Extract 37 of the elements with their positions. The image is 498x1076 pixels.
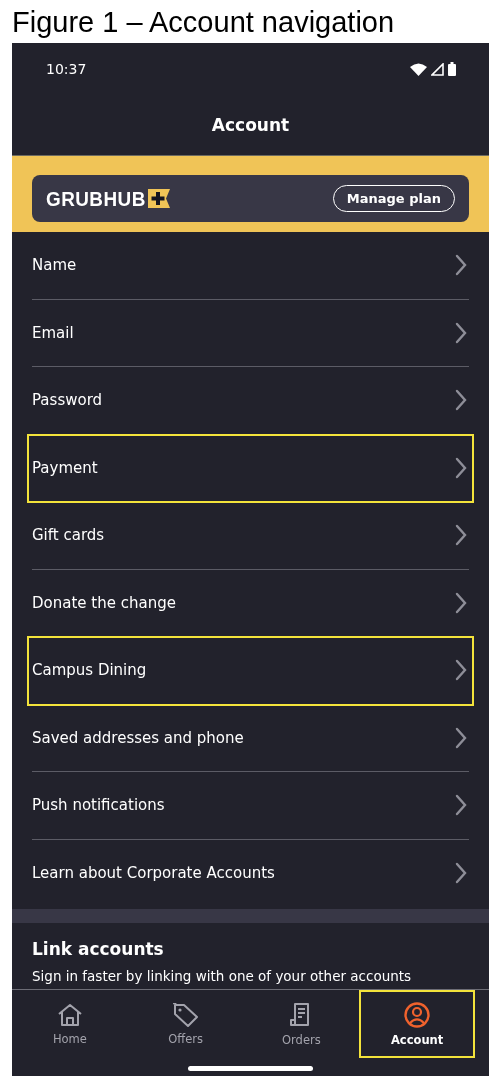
home-icon [56,1002,83,1027]
nav-tab[interactable]: Home [12,990,128,1058]
menu-item[interactable]: Email [32,299,469,367]
menu-item[interactable]: Saved addresses and phone [32,704,469,772]
figure-caption: Figure 1 – Account navigation [11,5,396,40]
chevron-icon [455,321,467,344]
menu-item[interactable]: Learn about Corporate Accounts [32,839,469,907]
signal-icon [431,62,444,76]
battery-icon [448,62,456,76]
nav-tab[interactable]: Offers [127,990,244,1058]
nav-tab[interactable]: Account [359,990,475,1058]
chevron-icon [455,862,467,885]
menu-item[interactable]: Push notifications [32,772,469,840]
chevron-icon [455,659,467,682]
menu-item[interactable]: Password [32,367,469,435]
chevron-icon [455,524,467,547]
menu-item[interactable]: Gift cards [32,502,469,570]
menu-item[interactable]: Name [32,232,469,300]
tag-icon [172,1002,199,1027]
user-icon [404,1001,431,1028]
plus-icon [147,189,170,208]
menu-item[interactable]: Campus Dining [28,637,473,705]
section-title: Link accounts [32,939,165,959]
chevron-icon [455,389,467,412]
chevron-icon [455,254,467,277]
chevron-icon [455,456,467,479]
chevron-icon [455,726,467,749]
nav-tab[interactable]: Orders [243,990,360,1058]
screen-title: Account [211,115,290,135]
status-time: 10:37 [46,61,87,77]
wifi-icon [410,62,427,76]
brand-logo: GRUBHUB [46,186,146,211]
menu-item[interactable]: Payment [28,434,473,502]
chevron-icon [455,591,467,614]
menu-item[interactable]: Donate the change [32,569,469,637]
section-description: Sign in faster by linking with one of your other accounts [32,968,413,984]
chevron-icon [455,794,467,817]
